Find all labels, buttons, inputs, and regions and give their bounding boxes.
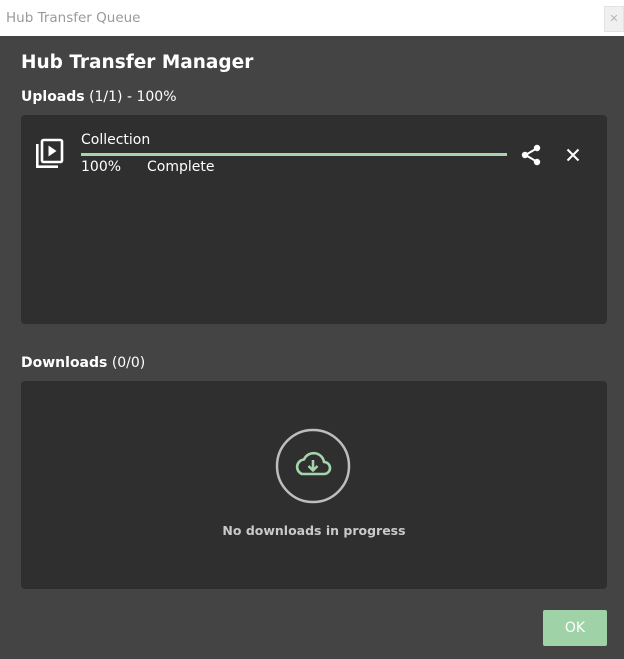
- downloads-panel: No downloads in progress: [21, 381, 607, 589]
- video-collection-icon: [36, 138, 64, 168]
- uploads-section-title: Uploads (1/1) - 100%: [21, 89, 177, 105]
- page-title: Hub Transfer Manager: [21, 52, 254, 73]
- close-icon[interactable]: [563, 145, 583, 165]
- downloads-count: (0/0): [111, 355, 146, 371]
- upload-progress-bar: [81, 153, 507, 156]
- downloads-section-title: Downloads (0/0): [21, 355, 145, 371]
- window-close-button[interactable]: ✕: [604, 6, 624, 32]
- upload-item-status: Complete: [147, 159, 215, 175]
- window-title: Hub Transfer Queue: [6, 10, 141, 26]
- upload-item-percent: 100%: [81, 159, 122, 175]
- uploads-label: Uploads: [21, 89, 85, 105]
- cloud-download-icon: [275, 428, 351, 504]
- ok-button[interactable]: OK: [543, 610, 607, 646]
- downloads-empty-text: No downloads in progress: [222, 523, 406, 538]
- upload-progress-fill: [81, 153, 507, 156]
- uploads-count: (1/1) - 100%: [89, 89, 177, 105]
- share-icon[interactable]: [519, 143, 543, 167]
- uploads-panel: Collection 100% Complete: [21, 115, 607, 324]
- downloads-label: Downloads: [21, 355, 108, 371]
- title-bar: Hub Transfer Queue ✕: [0, 0, 624, 36]
- upload-item-name: Collection: [81, 132, 151, 148]
